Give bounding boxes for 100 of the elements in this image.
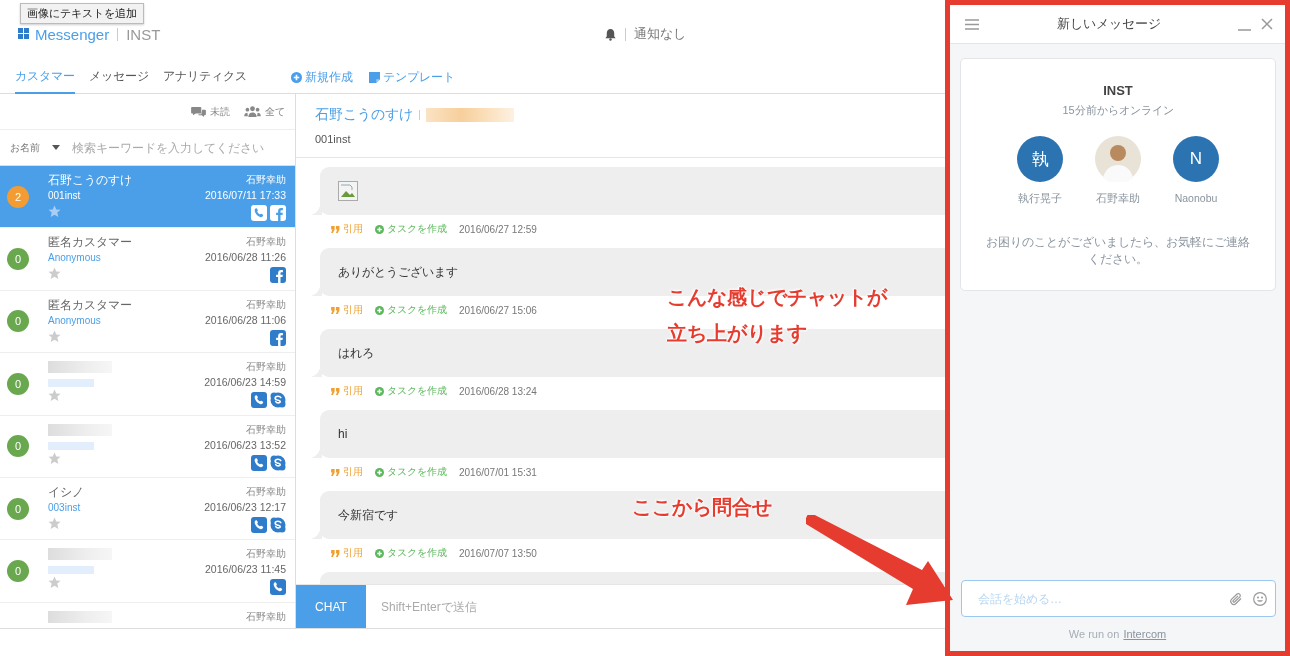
last-message-time: 2016/06/23 11:45 [205,563,286,577]
assignee-name: 石野幸助 [246,422,286,436]
unread-count: 0 [7,497,29,520]
blurred-id [48,379,94,388]
users-icon [244,105,261,118]
phone-icon [251,205,267,221]
unread-count: 0 [7,372,29,395]
customer-name: 匿名カスタマー [48,296,133,313]
quote-icon [331,549,340,557]
unread-count: 0 [7,310,29,333]
create-task-link[interactable]: タスクを作成 [375,384,447,398]
widget-title: 新しいメッセージ [1055,15,1162,33]
last-message-time: 2016/06/23 12:17 [204,500,286,514]
quote-link[interactable]: 引用 [331,222,363,236]
last-message-time: 2016/06/23 13:52 [204,438,286,452]
create-task-link[interactable]: タスクを作成 [375,222,447,236]
paperclip-icon[interactable] [1229,591,1243,606]
blurred-id [48,566,94,575]
star-icon[interactable] [48,389,61,403]
blurred-name [48,361,112,374]
caret-icon [52,145,60,150]
customer-name: 石野こうのすけ [48,172,133,188]
blurred-name [48,423,112,436]
star-icon[interactable] [48,267,61,281]
new-link[interactable]: 新規作成 [291,68,353,86]
notification-status: 通知なし [634,25,686,43]
unread-count: 0 [7,248,29,271]
search-field[interactable]: 検索キーワードを入力してください [72,140,295,155]
online-status: 15分前からオンライン [1062,103,1174,118]
message-text: はれろ [338,344,374,362]
agent-avatar: N [1173,136,1219,182]
assignee-name: 石野幸助 [246,235,286,249]
message-text: 今新宿です [338,506,398,524]
annotation-text: ここから問合せ [632,495,772,520]
account-name: INST [126,25,161,43]
unread-filter[interactable]: 未読 [191,104,230,119]
assignee-name: 石野幸助 [246,547,286,561]
close-icon[interactable] [1261,18,1273,30]
last-message-time: 2016/06/23 14:59 [204,376,286,390]
note-icon [369,71,380,83]
star-icon[interactable] [48,451,61,465]
customer-id: 003inst [48,501,82,515]
quote-icon [331,306,340,314]
annotation-text: 立ち上がります [667,321,808,346]
star-icon[interactable] [48,576,61,590]
quote-link[interactable]: 引用 [331,303,363,317]
facebook-icon [270,205,286,221]
nav-tab[interactable]: メッセージ [89,60,149,94]
message-text: hi [338,427,348,441]
emoji-icon[interactable] [1253,591,1267,606]
create-task-link[interactable]: タスクを作成 [375,465,447,479]
star-icon[interactable] [48,329,61,343]
bell-icon[interactable] [604,27,617,41]
plus-circle-icon [375,467,384,477]
create-task-link[interactable]: タスクを作成 [375,546,447,560]
star-icon[interactable] [48,516,61,530]
conversation-field[interactable]: 会話を始める… [961,580,1276,617]
greeting-text: お困りのことがございましたら、お気軽にご連絡ください。 [985,234,1251,268]
skype-icon [270,392,286,409]
customer-id: 001inst [48,190,82,203]
name-filter-select[interactable]: お名前 [10,140,60,155]
last-message-time: 2016/06/28 11:26 [205,251,286,265]
message-time: 2016/07/01 15:31 [459,466,537,478]
quote-icon [331,387,340,395]
assignee-name: 石野幸助 [246,173,286,186]
customer-name[interactable]: 石野こうのすけ [315,106,413,124]
customer-id: 001inst [315,133,352,145]
quote-link[interactable]: 引用 [331,546,363,560]
star-icon[interactable] [48,205,61,218]
quote-link[interactable]: 引用 [331,465,363,479]
agent-name: Naonobu [1174,192,1218,204]
facebook-icon [270,267,286,284]
blurred-name [48,548,112,561]
agent-avatar: 執 [1017,136,1063,182]
message-text: ありがとうございます [338,263,458,281]
tooltip: 画像にテキストを追加 [20,3,144,24]
agent-name: 執行晃子 [1018,192,1062,206]
menu-icon[interactable] [965,18,979,30]
plus-circle-icon [375,386,384,396]
nav-tab[interactable]: アナリティクス [163,60,247,94]
chat-button[interactable]: CHAT [296,585,366,628]
last-message-time: 2016/07/11 17:33 [205,189,286,202]
phone-icon [251,454,267,471]
assignee-name: 石野幸助 [246,360,286,374]
message-time: 2016/07/07 13:50 [459,547,537,559]
quote-link[interactable]: 引用 [331,384,363,398]
phone-icon [251,392,267,409]
unread-count: 2 [7,185,29,208]
assignee-name: 石野幸助 [246,297,286,311]
plus-circle-icon [375,305,384,315]
all-filter[interactable]: 全て [244,104,285,119]
unread-count: 0 [7,435,29,458]
customer-row[interactable]: 2 石野こうのすけ 001inst 石野幸助 2016/07/11 17:33 [0,166,295,229]
intercom-link[interactable]: Intercom [1123,628,1167,640]
facebook-icon [270,329,286,346]
quote-icon [331,468,340,476]
template-link[interactable]: テンプレート [369,68,455,86]
phone-icon [251,516,267,533]
plus-circle-icon [375,548,384,558]
create-task-link[interactable]: タスクを作成 [375,303,447,317]
